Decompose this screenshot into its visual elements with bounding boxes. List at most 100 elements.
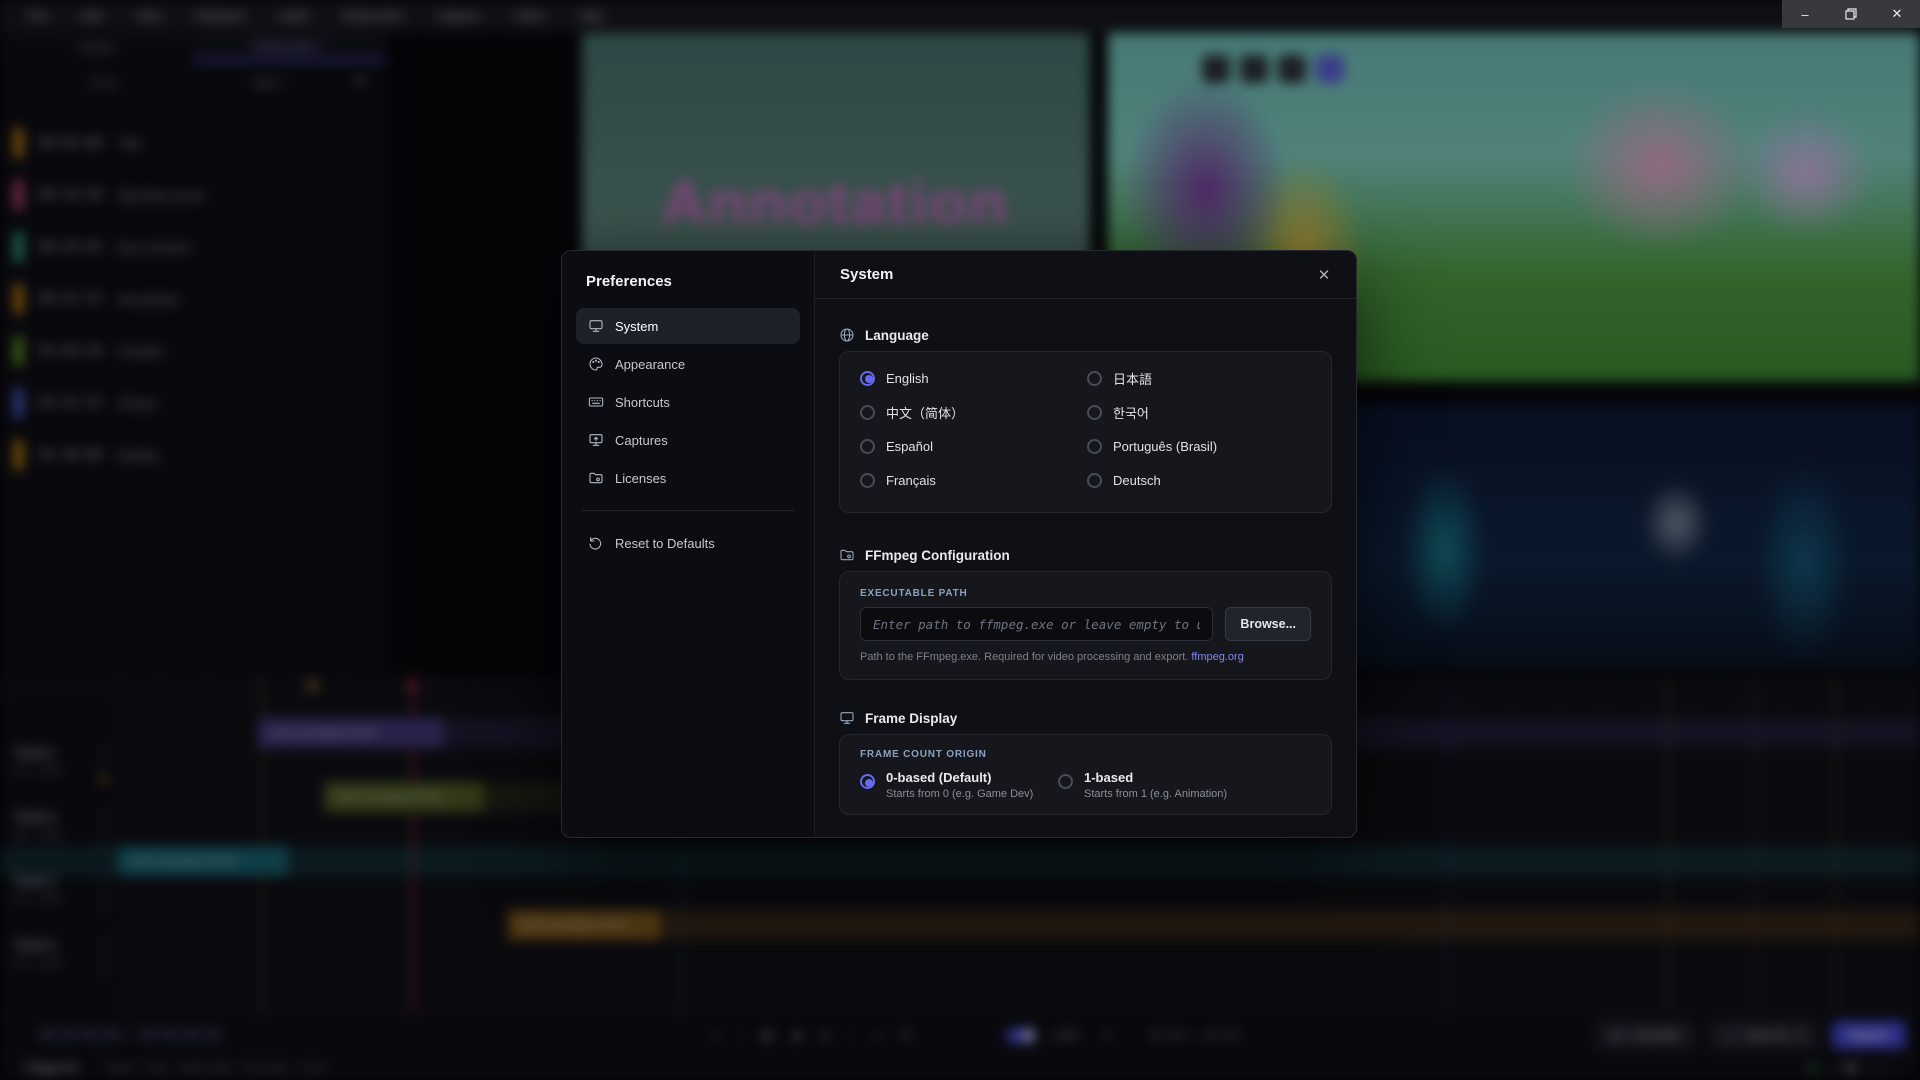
close-button[interactable]: ✕ — [1874, 0, 1920, 28]
filter-icon[interactable] — [353, 75, 367, 92]
menu-edit[interactable]: Edit — [81, 9, 102, 23]
bookmark-time: 01:21:15 — [39, 396, 102, 411]
track-header[interactable]: Track 3 0% · 100% — [14, 874, 114, 905]
overlay-tool-button[interactable] — [1240, 55, 1268, 83]
loop-icon[interactable]: ↻ — [901, 1027, 912, 1043]
bookmark-item[interactable]: 01:38:00 Ending — [14, 438, 385, 472]
magnet-icon[interactable]: ∿ — [1102, 1027, 1113, 1043]
radio-icon[interactable] — [860, 473, 875, 488]
menu-bookmarks[interactable]: Bookmarks — [343, 9, 403, 23]
snap-toggle[interactable] — [1006, 1028, 1036, 1043]
sidebar-item-licenses[interactable]: Licenses — [576, 460, 800, 496]
save-as-button[interactable]: Save As ▾ — [1709, 1021, 1818, 1049]
overlay-tool-button[interactable] — [1202, 55, 1230, 83]
sidebar-item-reset-defaults[interactable]: Reset to Defaults — [576, 525, 800, 561]
sidebar-item-shortcuts[interactable]: Shortcuts — [576, 384, 800, 420]
play-icon[interactable]: ▶ — [764, 1027, 774, 1043]
track-controls[interactable] — [101, 940, 106, 975]
bookmark-item[interactable]: 00:41:15 Annotation — [14, 282, 385, 316]
window-controls: – ✕ — [1782, 0, 1920, 28]
playback-speed[interactable]: 1.00x — [1050, 1028, 1079, 1042]
menu-video[interactable]: Video — [514, 9, 544, 23]
prev-button[interactable]: ‹ Prev — [18, 76, 186, 90]
step-forward-icon[interactable]: › — [849, 1028, 853, 1043]
export-button[interactable]: Export — [1832, 1021, 1906, 1049]
radio-icon[interactable] — [860, 439, 875, 454]
radio-icon[interactable] — [1058, 774, 1073, 789]
track-header[interactable]: Track 1 0% · 100% — [14, 746, 114, 777]
track-header[interactable]: Track 2 0% · 100% — [14, 810, 114, 841]
radio-icon[interactable] — [1087, 439, 1102, 454]
chevron-left-icon[interactable]: ‹ — [1180, 62, 1192, 77]
language-option-spanish[interactable]: Español — [860, 434, 1086, 458]
preferences-sidebar: Preferences System Appearance Shortcuts — [562, 251, 815, 837]
radio-icon[interactable] — [860, 405, 875, 420]
restore-button[interactable] — [1828, 0, 1874, 28]
next-button[interactable]: Next › — [186, 76, 354, 90]
timeline-clip[interactable]: Letter annotation 00:00 — [258, 718, 444, 748]
menu-capture[interactable]: Capture — [437, 9, 480, 23]
minimize-button[interactable]: – — [1782, 0, 1828, 28]
timeline-marker-playhead[interactable] — [408, 681, 417, 690]
timeline-clip[interactable]: Letter annotation 00:00 — [118, 846, 288, 876]
zoom-slider-handle[interactable] — [1846, 1064, 1855, 1073]
track-controls[interactable] — [101, 812, 106, 847]
option-one-based[interactable]: 1-based Starts from 1 (e.g. Animation) — [1058, 770, 1227, 800]
timeline-clip[interactable]: Letter annotation 00:00 — [324, 782, 484, 812]
menu-audio[interactable]: Audio — [279, 9, 310, 23]
sidebar-item-captures[interactable]: Captures — [576, 422, 800, 458]
bookmark-item[interactable]: 00:14:30 Opening scene — [14, 178, 385, 212]
option-zero-based[interactable]: 0-based (Default) Starts from 0 (e.g. Ga… — [860, 770, 1058, 800]
radio-selected-icon[interactable] — [860, 371, 875, 386]
bookmark-color-bar — [14, 232, 23, 262]
language-option-french[interactable]: Français — [860, 468, 1086, 492]
step-back-icon[interactable]: ‹ — [739, 1028, 743, 1043]
track-header[interactable]: Track 4 0% · 100% — [14, 938, 114, 969]
radio-icon[interactable] — [1087, 473, 1102, 488]
radio-selected-icon[interactable] — [860, 774, 875, 789]
menu-playback[interactable]: Playback — [196, 9, 245, 23]
bookmark-label: Opening scene — [118, 188, 205, 203]
bookmark-item[interactable]: 01:04:20 Chapter — [14, 334, 385, 368]
bookmark-item[interactable]: 00:29:45 Key moment — [14, 230, 385, 264]
language-option-german[interactable]: Deutsch — [1087, 468, 1313, 492]
language-option-korean[interactable]: 한국어 — [1087, 400, 1313, 424]
overlay-tool-button[interactable] — [1278, 55, 1306, 83]
annotate-button[interactable]: Annotate — [1596, 1021, 1695, 1049]
record-icon[interactable]: ● — [821, 1028, 829, 1043]
menu-bar: File Edit View Playback Audio Bookmarks … — [0, 0, 1920, 32]
bookmarks-panel: Panels Bookmarks 7 ‹ Prev Next › 00:05:0… — [0, 32, 386, 676]
overlay-tool-button-active[interactable] — [1316, 55, 1344, 83]
stop-icon[interactable]: ■ — [794, 1028, 802, 1043]
radio-icon[interactable] — [1087, 371, 1102, 386]
browse-button[interactable]: Browse... — [1225, 607, 1311, 641]
sidebar-item-appearance[interactable]: Appearance — [576, 346, 800, 382]
radio-icon[interactable] — [1087, 405, 1102, 420]
language-option-portuguese[interactable]: Português (Brasil) — [1087, 434, 1313, 458]
zoom-slider[interactable] — [1809, 1065, 1894, 1072]
caret-down-icon[interactable]: ▾ — [1797, 1028, 1803, 1042]
timeline-marker-orange[interactable] — [308, 681, 317, 690]
language-card: English 日本語 中文（简体） 한국어 — [839, 351, 1332, 513]
tab-bookmarks[interactable]: Bookmarks 7 — [193, 32, 386, 62]
ffmpeg-org-link[interactable]: ffmpeg.org — [1191, 651, 1243, 663]
sidebar-item-system[interactable]: System — [576, 308, 800, 344]
track-controls[interactable] — [101, 876, 106, 911]
language-option-english[interactable]: English — [860, 366, 1086, 390]
skip-start-icon[interactable]: « — [712, 1028, 719, 1043]
skip-end-icon[interactable]: » — [874, 1028, 881, 1043]
menu-help[interactable]: Help — [578, 9, 603, 23]
menu-file[interactable]: File — [28, 9, 47, 23]
ffmpeg-path-input[interactable] — [860, 607, 1213, 641]
tab-panels[interactable]: Panels — [0, 32, 193, 62]
language-option-chinese[interactable]: 中文（简体） — [860, 400, 1086, 424]
close-icon[interactable]: ✕ — [1310, 261, 1338, 289]
chevron-right-icon[interactable]: › — [1354, 62, 1366, 77]
menu-view[interactable]: View — [136, 9, 162, 23]
tertiary-video-preview[interactable] — [1340, 404, 1920, 668]
bookmark-item[interactable]: 01:21:15 Climax — [14, 386, 385, 420]
language-option-japanese[interactable]: 日本語 — [1087, 366, 1313, 390]
timeline-clip[interactable]: Letter annotation 00:00 — [508, 910, 661, 940]
bookmark-item[interactable]: 00:05:00 Title — [14, 126, 385, 160]
palette-icon — [588, 356, 604, 372]
